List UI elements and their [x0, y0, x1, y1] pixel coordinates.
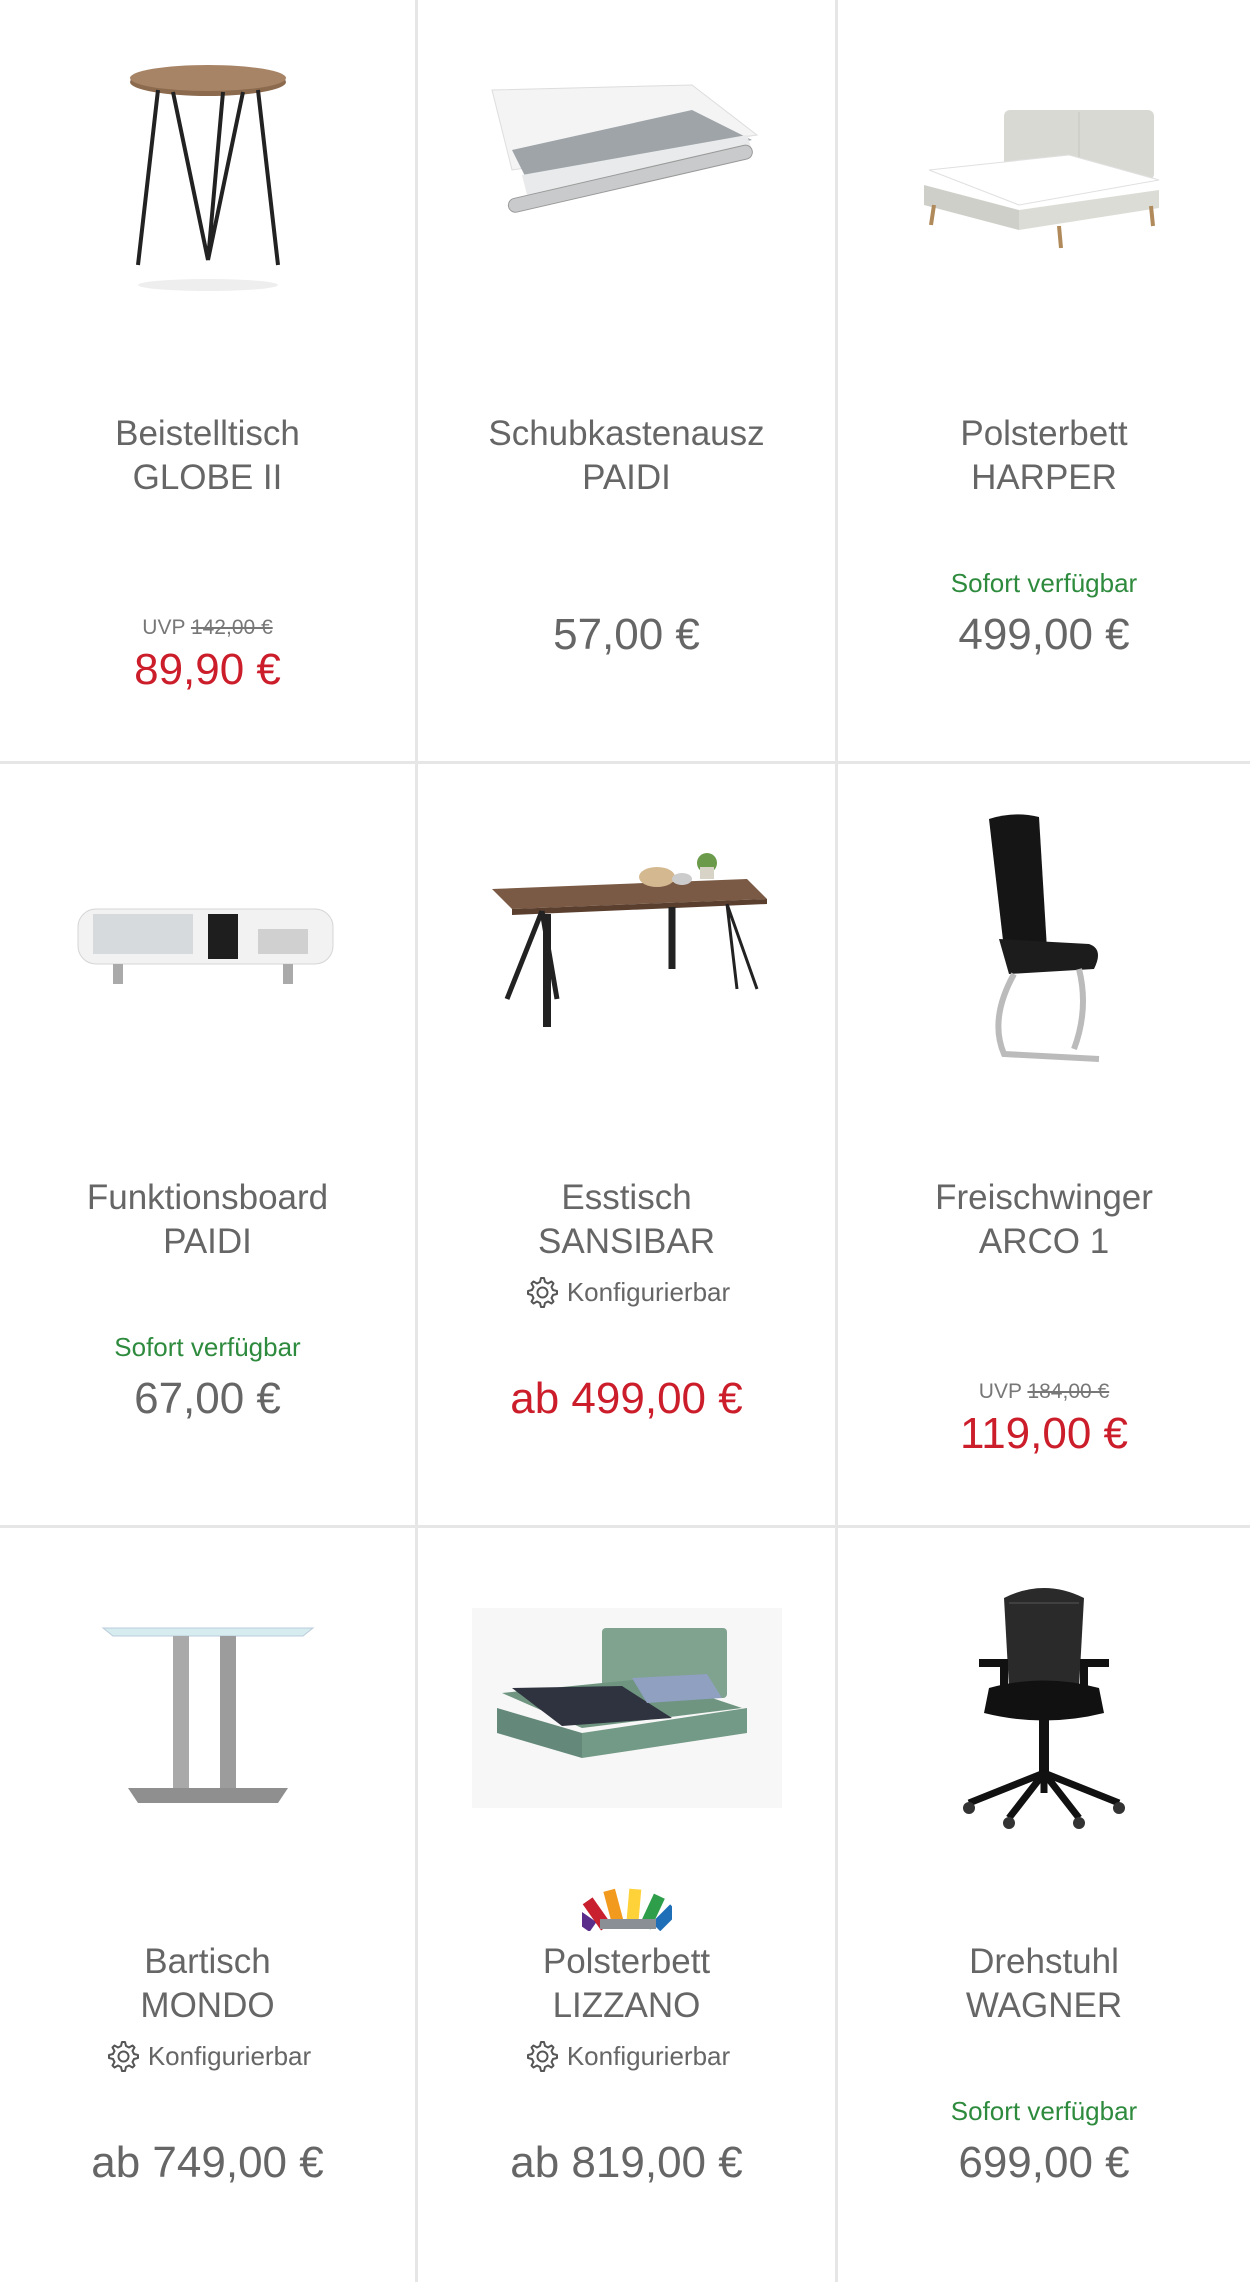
product-image[interactable]	[838, 1558, 1250, 1858]
product-card-polsterbett-lizzano[interactable]: Polsterbett LIZZANO Konfigurierbar ab 81…	[418, 1528, 838, 2282]
product-image[interactable]	[0, 794, 415, 1094]
product-price: ab 749,00 €	[91, 2138, 324, 2187]
upholstered-bed-image	[924, 110, 1160, 249]
product-name[interactable]: Beistelltisch GLOBE II	[10, 412, 405, 500]
drawer-image	[490, 84, 758, 213]
bar-table-image	[101, 1627, 314, 1803]
gear-icon	[107, 2041, 139, 2072]
uvp-price: UVP 142,00 €	[142, 616, 273, 639]
green-bed-image	[471, 1608, 782, 1808]
product-image[interactable]	[838, 30, 1250, 330]
product-price: 67,00 €	[134, 1374, 281, 1423]
product-name[interactable]: Schubkastenausz PAIDI	[428, 412, 825, 500]
product-price: 119,00 €	[959, 1409, 1128, 1458]
function-board-image	[77, 908, 333, 984]
product-name[interactable]: Freischwinger ARCO 1	[848, 1176, 1240, 1264]
product-card-funktionsboard[interactable]: Funktionsboard PAIDI Sofort verfügbar 67…	[0, 764, 418, 1528]
color-swatch[interactable]	[418, 1876, 835, 1936]
product-image[interactable]	[418, 1558, 835, 1858]
product-grid: Beistelltisch GLOBE II UVP 142,00 € 89,9…	[0, 0, 1250, 2282]
product-image[interactable]	[0, 30, 415, 330]
product-image[interactable]	[0, 1558, 415, 1858]
office-chair-image	[963, 1588, 1125, 1829]
product-card-schubkastenauszug[interactable]: Schubkastenausz PAIDI 57,00 €	[418, 0, 838, 764]
product-image[interactable]	[418, 30, 835, 330]
gear-icon	[526, 2041, 558, 2072]
availability-status: Sofort verfügbar	[114, 1332, 301, 1362]
availability-status: Sofort verfügbar	[950, 568, 1138, 598]
product-price: 89,90 €	[134, 645, 281, 694]
product-name[interactable]: Esstisch SANSIBAR	[428, 1176, 825, 1264]
product-card-bartisch[interactable]: Bartisch MONDO Konfigurierbar ab 749,00 …	[0, 1528, 418, 2282]
product-price: ab 819,00 €	[510, 2138, 743, 2187]
product-name[interactable]: Drehstuhl WAGNER	[848, 1940, 1240, 2028]
configurable-tag: Konfigurierbar	[418, 2038, 835, 2074]
product-card-drehstuhl[interactable]: Drehstuhl WAGNER Sofort verfügbar 699,00…	[838, 1528, 1250, 2282]
product-name[interactable]: Polsterbett LIZZANO	[428, 1940, 825, 2028]
product-card-freischwinger[interactable]: Freischwinger ARCO 1 UVP 184,00 € 119,00…	[838, 764, 1250, 1528]
product-price: ab 499,00 €	[510, 1374, 743, 1423]
product-name[interactable]: Bartisch MONDO	[10, 1940, 405, 2028]
product-name[interactable]: Polsterbett HARPER	[848, 412, 1240, 500]
color-swatch-icon	[581, 1888, 672, 1931]
product-card-beistelltisch[interactable]: Beistelltisch GLOBE II UVP 142,00 € 89,9…	[0, 0, 418, 764]
product-price: 499,00 €	[958, 610, 1130, 659]
cantilever-chair-image	[989, 814, 1100, 1062]
uvp-price: UVP 184,00 €	[978, 1380, 1110, 1403]
dining-table-image	[491, 853, 767, 1027]
product-image[interactable]	[838, 794, 1250, 1094]
product-card-esstisch-sansibar[interactable]: Esstisch SANSIBAR Konfigurierbar ab 499,…	[418, 764, 838, 1528]
product-name[interactable]: Funktionsboard PAIDI	[10, 1176, 405, 1264]
side-table-image	[129, 65, 286, 291]
product-price: 699,00 €	[958, 2138, 1130, 2187]
product-card-polsterbett-harper[interactable]: Polsterbett HARPER Sofort verfügbar 499,…	[838, 0, 1250, 764]
product-image[interactable]	[418, 794, 835, 1094]
configurable-tag: Konfigurierbar	[418, 1274, 835, 1310]
configurable-tag: Konfigurierbar	[0, 2038, 415, 2074]
product-price: 57,00 €	[553, 610, 700, 659]
gear-icon	[526, 1277, 558, 1308]
availability-status: Sofort verfügbar	[950, 2096, 1138, 2126]
